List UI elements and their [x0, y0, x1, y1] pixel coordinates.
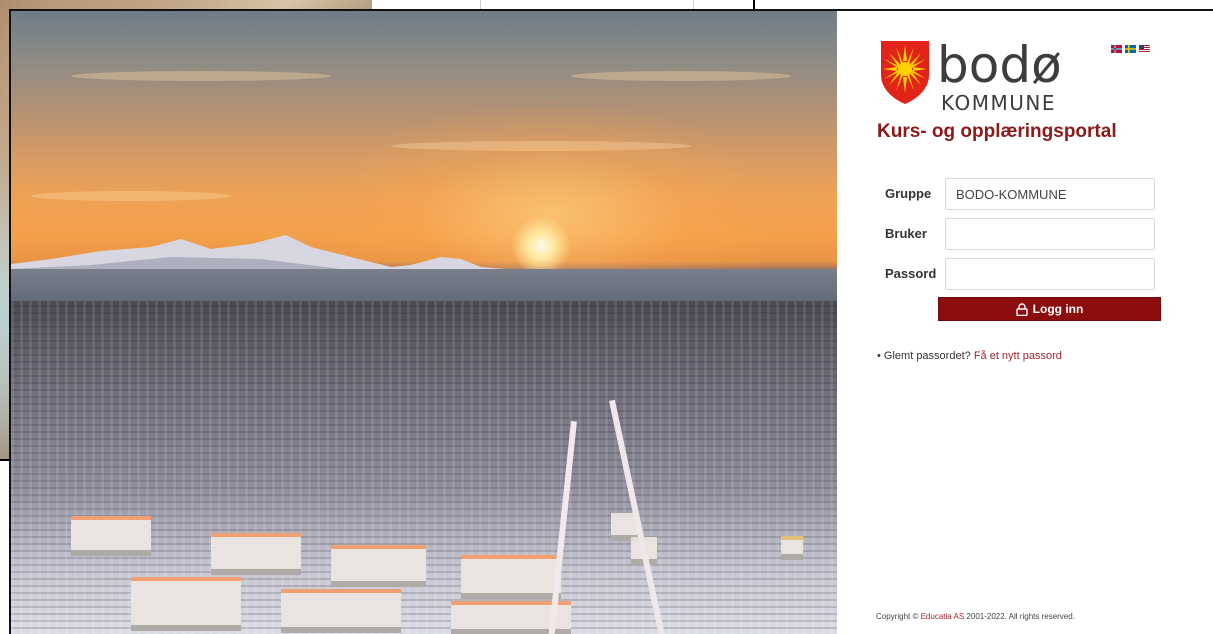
usa-flag-icon[interactable]	[1139, 45, 1150, 53]
user-label: Bruker	[885, 226, 927, 241]
group-label: Gruppe	[885, 186, 932, 201]
password-row: Passord	[877, 258, 1159, 290]
coat-of-arms-icon	[881, 41, 929, 104]
house	[781, 536, 803, 560]
snowy-town	[11, 301, 837, 634]
login-button[interactable]: Logg inn	[938, 297, 1161, 321]
bodo-kommune-logo: bodø KOMMUNE	[879, 36, 1079, 119]
cloud	[71, 71, 331, 81]
forgot-password-text: Glemt passordet?	[883, 350, 971, 362]
building	[281, 589, 401, 633]
portal-title: Kurs- og opplæringsportal	[877, 121, 1117, 142]
cloud	[391, 141, 691, 151]
building	[71, 516, 151, 556]
login-button-label: Logg inn	[1032, 302, 1084, 316]
user-row: Bruker	[877, 218, 1159, 250]
group-row: Gruppe	[877, 178, 1159, 210]
logo-brand-text: bodø	[937, 36, 1062, 94]
password-label: Passord	[885, 266, 937, 281]
username-input[interactable]	[945, 218, 1155, 250]
cloud	[31, 191, 231, 201]
building	[461, 555, 561, 599]
building	[131, 577, 241, 631]
copyright-prefix: Copyright ©	[876, 612, 919, 621]
cloud	[571, 71, 791, 81]
copyright-suffix: 2001-2022. All rights reserved.	[966, 612, 1075, 621]
forgot-password-item: • Glemt passordet? Få et nytt passord	[877, 350, 1062, 362]
building	[331, 545, 426, 587]
language-selector	[1111, 45, 1150, 53]
lock-icon	[1015, 302, 1028, 316]
password-input[interactable]	[945, 258, 1155, 290]
educatia-link[interactable]: Educatia AS	[921, 612, 965, 621]
building	[211, 533, 301, 575]
norway-flag-icon[interactable]	[1111, 45, 1122, 53]
logo-subtitle-text: KOMMUNE	[941, 91, 1057, 115]
bullet-icon: •	[877, 350, 884, 362]
sweden-flag-icon[interactable]	[1125, 45, 1136, 53]
hero-image-sunset-city	[11, 11, 837, 634]
login-modal: bodø KOMMUNE Kurs- og opplæringsportal G…	[9, 9, 1213, 634]
new-password-link[interactable]: Få et nytt passord	[974, 350, 1062, 362]
group-input[interactable]	[945, 178, 1155, 210]
copyright-footer: Copyright © Educatia AS 2001-2022. All r…	[876, 612, 1075, 621]
login-panel: bodø KOMMUNE Kurs- og opplæringsportal G…	[837, 11, 1213, 634]
